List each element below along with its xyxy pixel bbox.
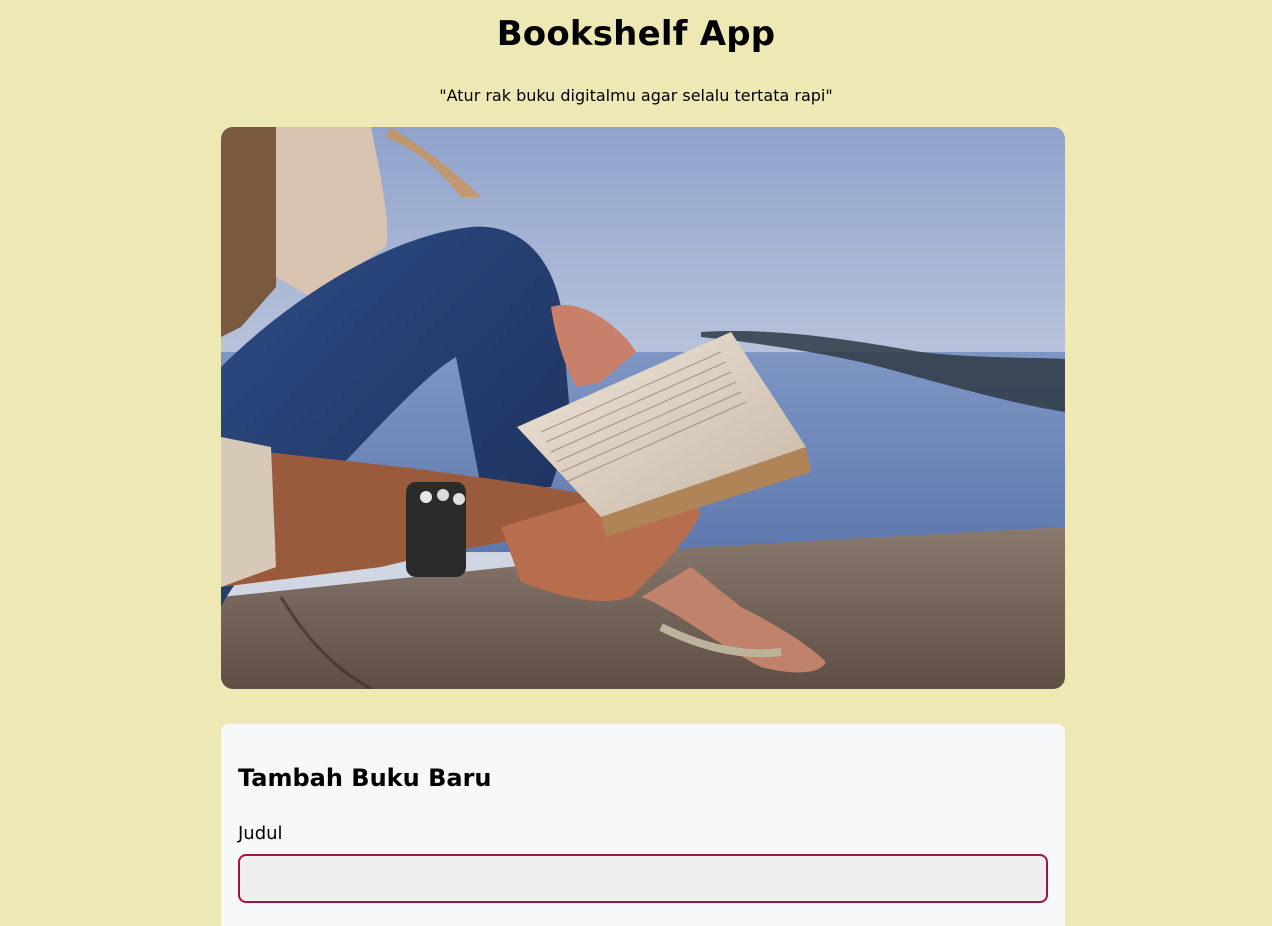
- app-tagline: "Atur rak buku digitalmu agar selalu ter…: [439, 86, 833, 105]
- title-field-label: Judul: [238, 823, 283, 844]
- page: Bookshelf App "Atur rak buku digitalmu a…: [0, 0, 1272, 926]
- title-input[interactable]: [238, 854, 1048, 903]
- app-title: Bookshelf App: [496, 14, 776, 54]
- form-heading: Tambah Buku Baru: [238, 764, 492, 792]
- add-book-card: Tambah Buku Baru Judul: [221, 724, 1065, 926]
- hero-image: [221, 127, 1065, 689]
